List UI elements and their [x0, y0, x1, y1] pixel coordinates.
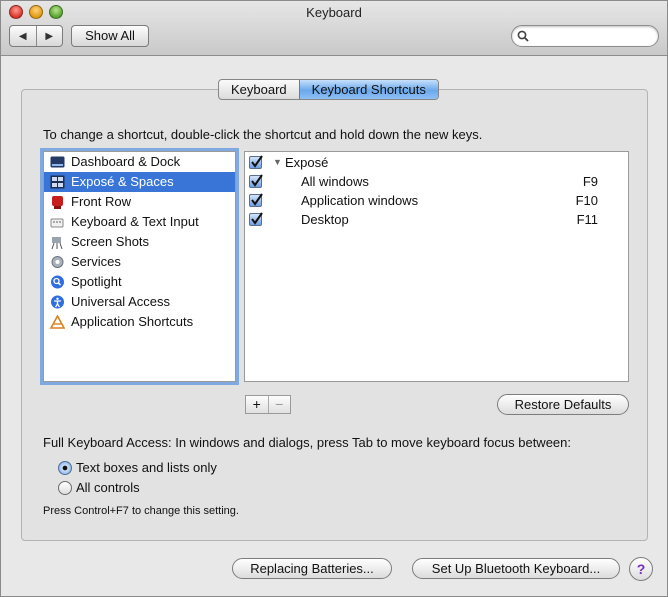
spotlight-icon	[51, 275, 64, 289]
search-field[interactable]	[511, 25, 659, 47]
radio-text-boxes-lists[interactable]	[58, 461, 72, 475]
category-spotlight[interactable]: Spotlight	[44, 272, 235, 292]
checkmark-icon	[251, 155, 263, 168]
checkmark-icon	[251, 212, 263, 225]
dashboard-icon	[50, 156, 65, 168]
preferences-window: Keyboard ◀ ▶ Show All Keyboard Keyboard …	[0, 0, 668, 597]
camera-icon	[51, 237, 63, 249]
category-expose-spaces[interactable]: Exposé & Spaces	[44, 172, 235, 192]
control-f7-note: Press Control+F7 to change this setting.	[43, 505, 239, 517]
shortcut-key[interactable]: F10	[576, 191, 598, 210]
keyboard-icon	[50, 218, 64, 228]
help-button[interactable]: ?	[629, 557, 653, 581]
shortcut-label: Application windows	[301, 193, 419, 208]
category-list[interactable]: Dashboard & Dock Exposé & Spaces Front R…	[43, 151, 236, 382]
radio-label-all-controls[interactable]: All controls	[76, 480, 140, 495]
category-dashboard-dock[interactable]: Dashboard & Dock	[44, 152, 235, 172]
shortcut-row[interactable]: All windows F9	[245, 172, 628, 191]
category-keyboard-text-input[interactable]: Keyboard & Text Input	[44, 212, 235, 232]
tab-bar: Keyboard Keyboard Shortcuts	[218, 79, 439, 100]
checkmark-icon	[251, 193, 263, 206]
tab-keyboard-shortcuts[interactable]: Keyboard Shortcuts	[298, 80, 438, 99]
shortcut-checkbox[interactable]	[249, 193, 263, 207]
title-toolbar: Keyboard ◀ ▶ Show All	[1, 1, 667, 56]
shortcut-group-row[interactable]: ▼ Exposé	[245, 153, 628, 172]
disclosure-triangle-icon[interactable]: ▼	[273, 153, 282, 172]
shortcut-checkbox[interactable]	[249, 212, 263, 226]
search-input[interactable]	[532, 28, 652, 44]
category-label: Keyboard & Text Input	[71, 214, 199, 229]
shortcut-checkbox[interactable]	[249, 174, 263, 188]
show-all-button[interactable]: Show All	[71, 25, 149, 47]
full-keyboard-access-label: Full Keyboard Access: In windows and dia…	[43, 435, 571, 450]
group-label: Exposé	[285, 155, 329, 170]
back-button[interactable]: ◀	[10, 26, 36, 46]
category-label: Universal Access	[71, 294, 170, 309]
category-application-shortcuts[interactable]: Application Shortcuts	[44, 312, 235, 332]
group-checkbox[interactable]	[249, 155, 263, 169]
remove-shortcut-button[interactable]: −	[267, 396, 291, 413]
add-shortcut-button[interactable]: +	[246, 396, 268, 413]
universal-access-icon	[51, 295, 64, 309]
radio-label-text-boxes-lists[interactable]: Text boxes and lists only	[76, 460, 217, 475]
category-label: Exposé & Spaces	[71, 174, 174, 189]
category-front-row[interactable]: Front Row	[44, 192, 235, 212]
gear-icon	[51, 256, 64, 268]
category-label: Services	[71, 254, 121, 269]
category-label: Spotlight	[71, 274, 122, 289]
restore-defaults-button[interactable]: Restore Defaults	[497, 394, 629, 415]
category-universal-access[interactable]: Universal Access	[44, 292, 235, 312]
category-label: Front Row	[71, 194, 131, 209]
shortcut-key[interactable]: F9	[583, 172, 598, 191]
category-label: Application Shortcuts	[71, 314, 194, 329]
search-icon	[517, 30, 529, 42]
forward-button[interactable]: ▶	[35, 26, 63, 46]
category-label: Dashboard & Dock	[71, 154, 181, 169]
instruction-text: To change a shortcut, double-click the s…	[43, 127, 483, 142]
window-title: Keyboard	[306, 5, 362, 20]
radio-all-controls[interactable]	[58, 481, 72, 495]
list-add-remove-control: + −	[245, 395, 291, 414]
shortcut-label: Desktop	[301, 212, 349, 227]
shortcut-key[interactable]: F11	[577, 210, 598, 229]
expose-icon	[50, 175, 65, 189]
app-shortcuts-icon	[50, 315, 65, 329]
tab-keyboard[interactable]: Keyboard	[219, 80, 299, 99]
replacing-batteries-button[interactable]: Replacing Batteries...	[232, 558, 392, 579]
nav-segmented-control: ◀ ▶	[9, 25, 63, 47]
shortcut-row[interactable]: Desktop F11	[245, 210, 628, 229]
checkmark-icon	[251, 174, 263, 187]
category-services[interactable]: Services	[44, 252, 235, 272]
category-screen-shots[interactable]: Screen Shots	[44, 232, 235, 252]
shortcut-list[interactable]: ▼ Exposé All windows F9 Application wind…	[244, 151, 629, 382]
shortcut-label: All windows	[301, 174, 369, 189]
category-label: Screen Shots	[71, 234, 150, 249]
front-row-icon	[52, 196, 63, 209]
shortcut-row[interactable]: Application windows F10	[245, 191, 628, 210]
setup-bluetooth-keyboard-button[interactable]: Set Up Bluetooth Keyboard...	[412, 558, 620, 579]
